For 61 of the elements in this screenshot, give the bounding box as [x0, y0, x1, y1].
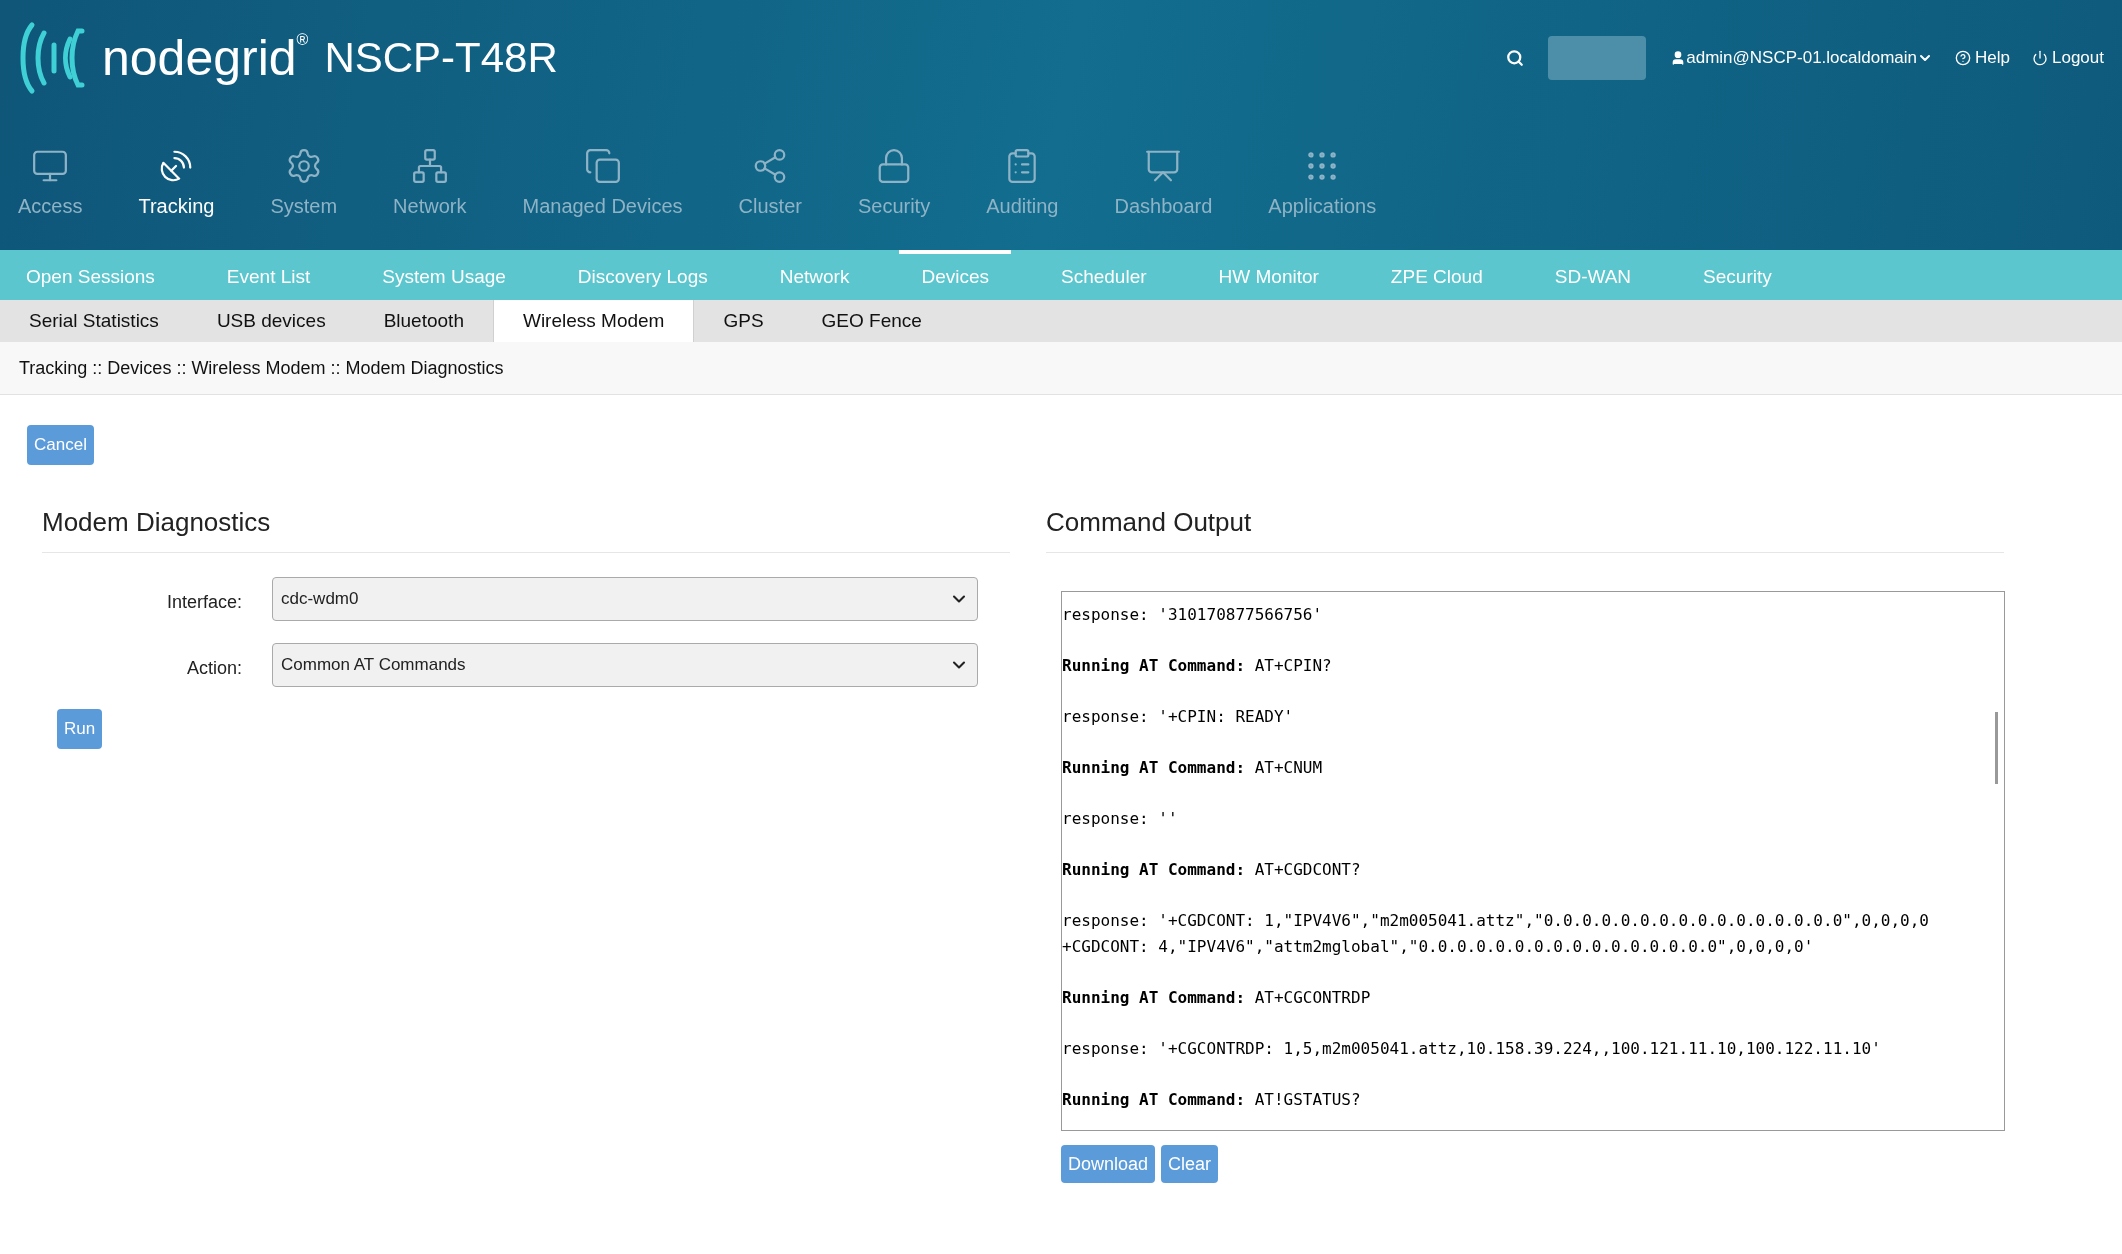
tab[interactable]: GEO Fence [792, 300, 951, 342]
tab[interactable]: Serial Statistics [0, 300, 188, 342]
breadcrumb: Tracking :: Devices :: Wireless Modem :: Modem Diagnostics [19, 356, 504, 380]
help-link[interactable]: Help [1955, 44, 2010, 71]
search-icon[interactable] [1506, 48, 1525, 67]
network-icon [410, 147, 449, 185]
scrollbar-thumb [1995, 712, 1998, 784]
logout-link[interactable]: Logout [2032, 44, 2104, 71]
model-name: NSCP-T48R [324, 36, 558, 79]
cancel-button[interactable]: Cancel [27, 425, 94, 465]
command-line: Running AT Command: AT!GSTATUS? [1062, 1090, 1361, 1109]
field-label: Action: [185, 656, 243, 680]
output-button[interactable]: Download [1061, 1145, 1156, 1183]
main-nav-item[interactable]: Dashboard [1102, 147, 1225, 221]
sub-nav-tab[interactable]: Scheduler [1039, 250, 1169, 300]
command-line: Running AT Command: AT+CGCONTRDP [1062, 988, 1371, 1007]
sub-nav-tab[interactable]: Network [757, 250, 872, 300]
response-line: response: '+CGDCONT: 1,"IPV4V6","m2m005041.attz","0.0.0.0.0.0.0.0.0.0.0.0.0.0.0.0",0,0,0,0 +CGDCONT: 4,"IPV4V6","attm2mglobal","0.0.0.0.0.0.0.0.0.0.0.0.0.0.0.0",0,0,0,0' [1062, 910, 1929, 958]
output-button[interactable]: Clear [1161, 1145, 1219, 1183]
main-nav-item[interactable]: Network [381, 147, 479, 221]
main-nav-item[interactable]: Auditing [974, 147, 1071, 221]
sub-nav-tab[interactable]: HW Monitor [1196, 250, 1341, 300]
help-icon [1955, 49, 1972, 66]
section-title: Command Output [1046, 507, 1252, 537]
section-title: Modem Diagnostics [42, 507, 271, 537]
command-line: Running AT Command: AT+CPIN? [1062, 656, 1332, 675]
response-line: response: '+CPIN: READY' [1062, 706, 1294, 728]
sub-nav-tab[interactable]: Security [1681, 250, 1794, 300]
tab[interactable]: Bluetooth [354, 300, 493, 342]
sub-nav-tab[interactable]: ZPE Cloud [1368, 250, 1505, 300]
main-nav-item[interactable]: Cluster [726, 147, 814, 221]
windows-icon [583, 147, 622, 185]
main-nav-item[interactable]: Managed Devices [510, 147, 695, 221]
output-textarea[interactable] [1061, 591, 2005, 1131]
run-button[interactable]: Run [57, 709, 103, 749]
response-line: response: '310170877566756' [1062, 604, 1323, 626]
main-nav-item[interactable]: Tracking [126, 147, 227, 221]
command-line: Running AT Command: AT+CGDCONT? [1062, 860, 1361, 879]
field-label: Interface: [165, 590, 243, 614]
main-nav-item[interactable]: Applications [1256, 147, 1389, 221]
command-line: Running AT Command: AT+CNUM [1062, 758, 1323, 777]
power-icon [2032, 49, 2048, 66]
brand-name: nodegrid [102, 32, 297, 83]
dropdown[interactable]: Common AT Commands [272, 643, 978, 687]
user-menu[interactable]: admin@NSCP-01.localdomain [1670, 44, 1934, 71]
sub-nav-tab[interactable]: Open Sessions [4, 250, 177, 300]
response-line: response: '+CGCONTRDP: 1,5,m2m005041.attz,10.158.39.224,,100.121.11.10,100.122.11.10' [1062, 1038, 1881, 1060]
tab[interactable]: Wireless Modem [492, 300, 695, 342]
search-field[interactable] [1548, 35, 1647, 80]
main-nav-item[interactable]: System [258, 147, 350, 221]
registered-mark: ® [296, 30, 309, 48]
sub-nav-tab[interactable]: Discovery Logs [555, 250, 730, 300]
main-nav-item[interactable]: Access [6, 147, 95, 221]
sub-nav-tab[interactable]: SD-WAN [1532, 250, 1654, 300]
response-line: response: '' [1062, 808, 1178, 830]
tab[interactable]: GPS [694, 300, 793, 342]
main-nav-item[interactable]: Security [845, 147, 943, 221]
sub-nav-tab[interactable]: Event List [204, 250, 333, 300]
sub-nav-tab[interactable]: System Usage [360, 250, 528, 300]
dropdown[interactable]: cdc-wdm0 [272, 577, 978, 621]
tab[interactable]: USB devices [187, 300, 355, 342]
